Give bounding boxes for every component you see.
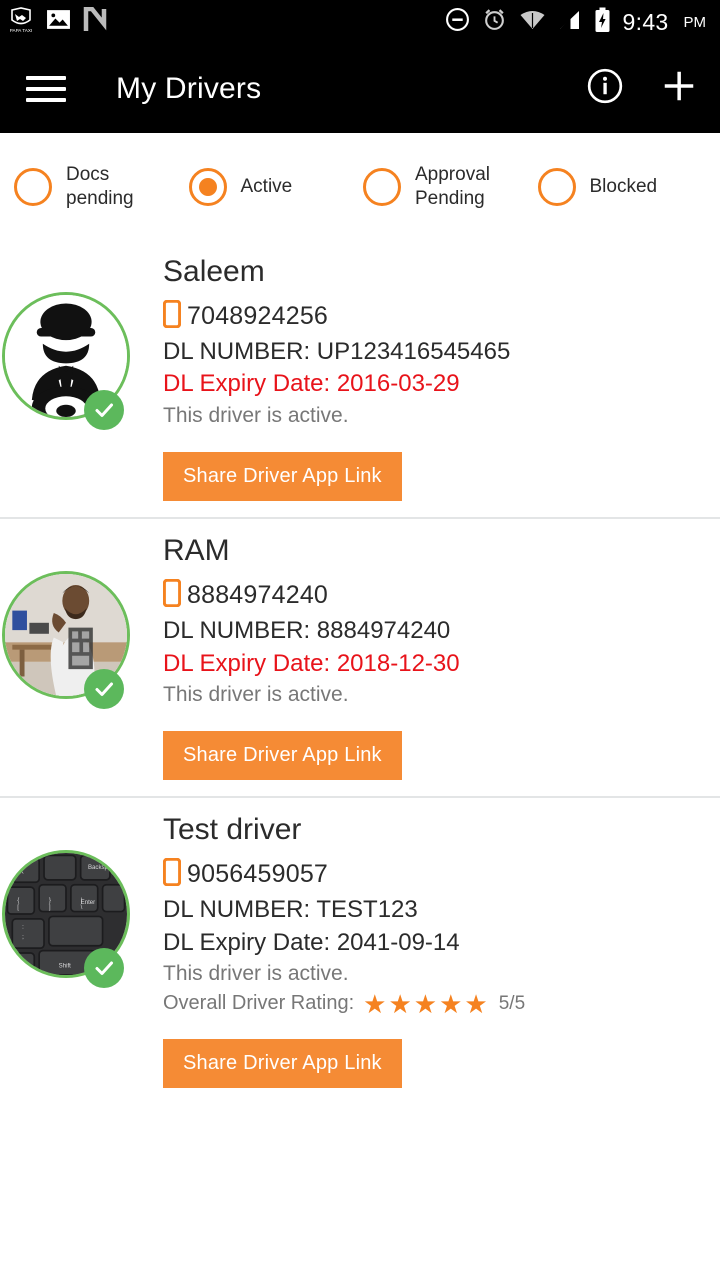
driver-avatar-column: Backsp Enter Shift K {[ }] | \ :; — [0, 798, 163, 1087]
driver-dl-expiry: DL Expiry Date: 2041-09-14 — [163, 928, 460, 956]
battery-charging-icon — [594, 7, 611, 38]
svg-text::: : — [22, 924, 24, 931]
driver-phone-row[interactable]: 9056459057 — [162, 858, 720, 891]
share-driver-app-link-button[interactable]: Share Driver App Link — [163, 1038, 402, 1088]
radio-active[interactable] — [188, 167, 227, 206]
status-bar: PAPA TAXI 9:43 PM — [0, 0, 720, 44]
verified-check-icon — [84, 948, 124, 989]
status-bar-right-icons: 9:43 PM — [445, 7, 706, 38]
status-bar-ampm: PM — [683, 13, 707, 31]
svg-text:K: K — [20, 869, 24, 876]
letter-n-app-icon — [83, 6, 107, 38]
svg-text:\: \ — [81, 904, 83, 911]
info-icon[interactable] — [586, 67, 624, 110]
driver-dl-number: DL NUMBER: TEST123 — [163, 896, 418, 924]
driver-rating-value: 5/5 — [498, 992, 526, 1014]
driver-status-filter-group: Docs pending Active Approval Pending Blo… — [0, 133, 720, 240]
driver-details: RAM 8884974240 DL NUMBER: 8884974240 DL … — [162, 519, 720, 781]
driver-name: Saleem — [163, 255, 265, 288]
svg-text:[: [ — [17, 904, 19, 911]
driver-status-text: This driver is active. — [163, 403, 349, 427]
driver-list: Saleem 7048924256 DL NUMBER: UP123416545… — [0, 240, 720, 1104]
mobile-phone-icon — [162, 578, 182, 612]
filter-label-approval-pending: Approval Pending — [415, 163, 490, 209]
mobile-phone-icon — [162, 858, 182, 891]
filter-blocked[interactable]: Blocked — [537, 167, 713, 206]
driver-status-text: This driver is active. — [163, 682, 349, 706]
filter-docs-pending[interactable]: Docs pending — [14, 163, 189, 211]
driver-avatar-column — [0, 519, 163, 780]
filter-label-blocked: Blocked — [589, 175, 658, 197]
svg-text:;: ; — [22, 934, 24, 941]
svg-text:PAPA TAXI: PAPA TAXI — [10, 28, 32, 33]
driver-phone-number: 9056459057 — [187, 860, 329, 889]
filter-active[interactable]: Active — [188, 167, 364, 206]
verified-check-icon — [84, 390, 124, 430]
plus-icon[interactable] — [660, 67, 698, 110]
svg-text:]: ] — [49, 904, 51, 911]
wifi-icon — [519, 9, 546, 36]
driver-dl-number: DL NUMBER: 8884974240 — [163, 617, 451, 645]
gallery-image-icon — [46, 7, 71, 37]
driver-name: Test driver — [163, 813, 302, 847]
do-not-disturb-icon — [445, 7, 470, 37]
driver-dl-expiry: DL Expiry Date: 2018-12-30 — [163, 649, 460, 677]
rating-stars-icon: ★★★★★ — [363, 988, 490, 1019]
svg-text:Backsp: Backsp — [88, 864, 109, 871]
driver-avatar-column — [0, 240, 163, 501]
cellular-signal-icon — [558, 9, 582, 36]
driver-phone-number: 7048924256 — [187, 302, 329, 330]
driver-list-item[interactable]: RAM 8884974240 DL NUMBER: 8884974240 DL … — [0, 517, 720, 796]
share-driver-app-link-button[interactable]: Share Driver App Link — [163, 731, 402, 781]
driver-dl-number: DL NUMBER: UP123416545465 — [163, 338, 511, 365]
driver-phone-number: 8884974240 — [187, 581, 329, 610]
hamburger-menu-icon[interactable] — [26, 75, 66, 102]
filter-label-docs-pending: Docs pending — [66, 163, 134, 209]
driver-details: Saleem 7048924256 DL NUMBER: UP123416545… — [162, 240, 720, 502]
mobile-phone-icon — [162, 299, 182, 333]
driver-rating-label: Overall Driver Rating: — [163, 992, 355, 1015]
filter-approval-pending[interactable]: Approval Pending — [363, 163, 538, 211]
driver-list-item[interactable]: Backsp Enter Shift K {[ }] | \ :; Test d… — [0, 796, 720, 1103]
driver-name: RAM — [163, 534, 230, 568]
status-bar-time: 9:43 — [622, 8, 669, 35]
radio-approval-pending[interactable] — [363, 167, 401, 206]
filter-label-active: Active — [240, 175, 293, 197]
driver-rating-row: Overall Driver Rating: ★★★★★ 5/5 — [163, 991, 720, 1017]
status-bar-left-icons: PAPA TAXI — [8, 6, 107, 39]
page-title: My Drivers — [116, 71, 262, 105]
app-toolbar: My Drivers — [0, 44, 720, 133]
svg-text:{: { — [17, 897, 19, 904]
toolbar-actions — [586, 67, 698, 110]
driver-status-text: This driver is active. — [163, 962, 349, 986]
svg-text:Shift: Shift — [59, 963, 72, 970]
driver-details: Test driver 9056459057 DL NUMBER: TEST12… — [162, 798, 720, 1088]
verified-check-icon — [84, 669, 124, 710]
driver-dl-expiry: DL Expiry Date: 2016-03-29 — [163, 370, 460, 398]
svg-text:Enter: Enter — [81, 900, 96, 907]
radio-blocked[interactable] — [537, 167, 576, 206]
svg-text:}: } — [49, 897, 51, 904]
driver-phone-row[interactable]: 8884974240 — [162, 578, 720, 612]
alarm-icon — [482, 7, 507, 37]
share-driver-app-link-button[interactable]: Share Driver App Link — [163, 452, 402, 502]
app-handshake-icon: PAPA TAXI — [8, 6, 34, 39]
radio-docs-pending[interactable] — [14, 167, 52, 206]
driver-phone-row[interactable]: 7048924256 — [162, 299, 720, 333]
driver-list-item[interactable]: Saleem 7048924256 DL NUMBER: UP123416545… — [0, 240, 720, 517]
